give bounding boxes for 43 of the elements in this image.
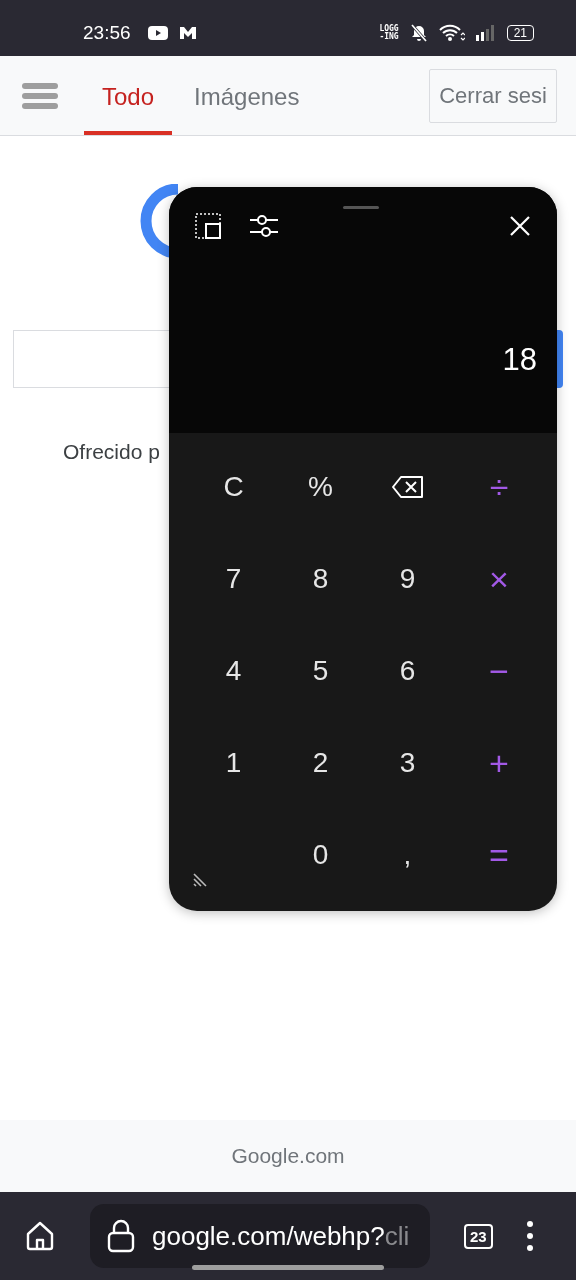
digit-key[interactable]: 4 (190, 625, 277, 717)
sign-out-button[interactable]: Cerrar sesi (429, 68, 557, 123)
digit-key[interactable]: 0 (277, 809, 364, 901)
logging-indicator: -ING (379, 33, 399, 41)
signal-icon (474, 23, 497, 43)
calculator-display: 18 (501, 342, 538, 378)
more-options-icon[interactable] (524, 1220, 535, 1252)
settings-sliders-icon[interactable] (249, 213, 279, 239)
lock-icon (106, 1219, 136, 1253)
video-app-icon (146, 25, 169, 41)
digit-key[interactable]: 7 (190, 533, 277, 625)
drag-handle[interactable] (343, 206, 379, 209)
operator-key[interactable]: + (451, 717, 547, 809)
menu-icon[interactable] (22, 81, 58, 110)
battery-icon: 21 (506, 25, 534, 41)
operator-key[interactable]: = (451, 809, 547, 901)
function-key[interactable]: C (190, 441, 277, 533)
operator-key[interactable]: × (451, 533, 547, 625)
operator-key[interactable]: − (451, 625, 547, 717)
address-bar[interactable]: google.com/webhp?cli (90, 1204, 430, 1268)
muted-bell-icon (408, 23, 429, 43)
digit-key[interactable]: 2 (277, 717, 364, 809)
tab[interactable]: Todo (84, 56, 173, 135)
digit-key[interactable]: 8 (277, 533, 364, 625)
tab[interactable]: Imágenes (176, 56, 318, 135)
footer-text: Google.com (231, 1144, 345, 1168)
clock: 23:56 (83, 22, 131, 44)
close-icon[interactable] (509, 215, 531, 237)
backspace-icon (390, 475, 425, 499)
digit-key[interactable]: 6 (364, 625, 451, 717)
window-resize-icon[interactable] (195, 213, 221, 239)
function-key[interactable]: % (277, 441, 364, 533)
app-icon (178, 25, 197, 41)
wifi-icon (438, 23, 465, 43)
tab-count-button[interactable]: 23 (464, 1223, 493, 1249)
digit-key[interactable]: 3 (364, 717, 451, 809)
digit-key[interactable]: 5 (277, 625, 364, 717)
digit-key[interactable]: 9 (364, 533, 451, 625)
operator-key[interactable]: ÷ (451, 441, 547, 533)
digit-key[interactable]: , (364, 809, 451, 901)
logging-indicator: LOGG (379, 25, 399, 33)
offered-by-text: Ofrecido p (63, 440, 161, 464)
digit-key[interactable]: 1 (190, 717, 277, 809)
